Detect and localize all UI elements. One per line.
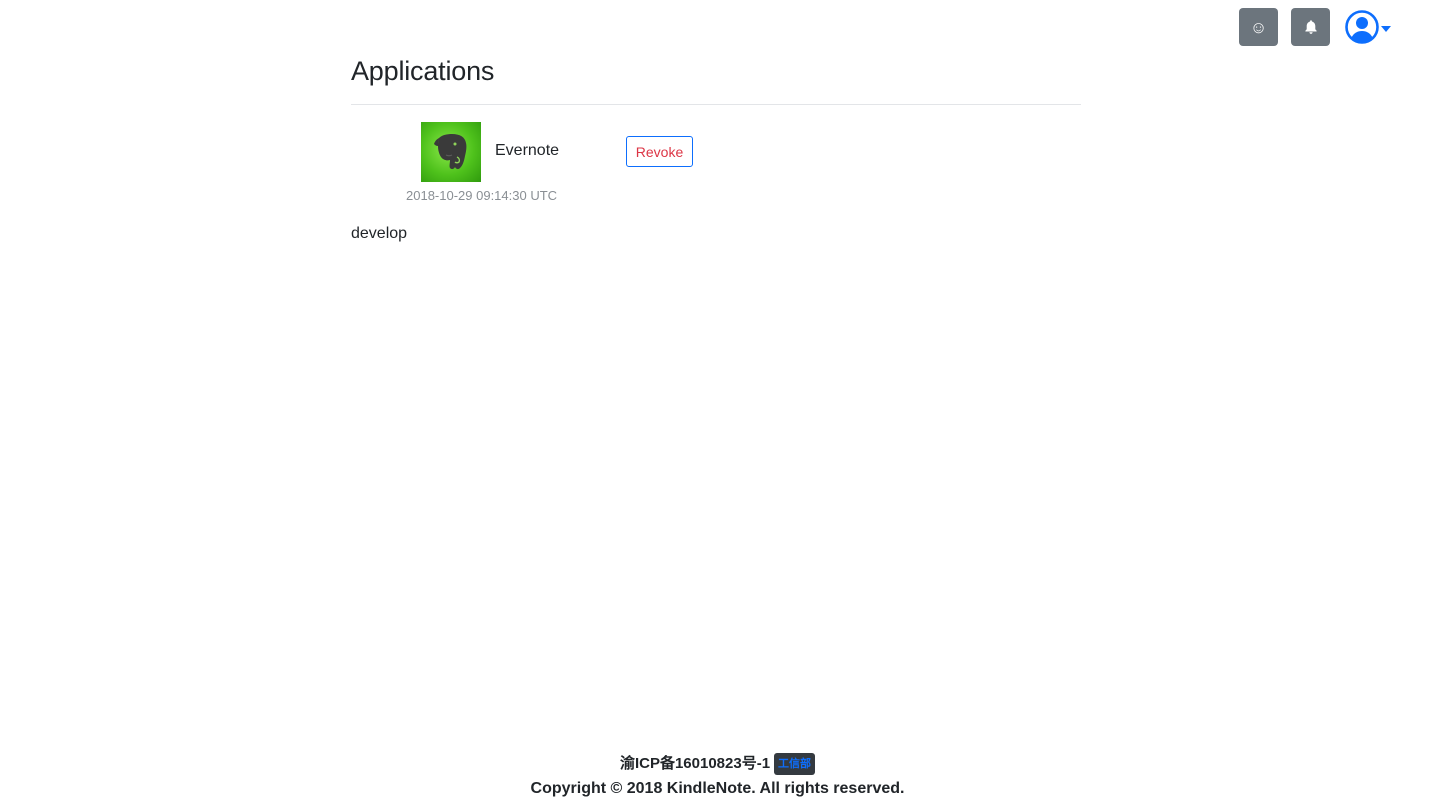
notifications-button[interactable] [1291,8,1330,46]
top-toolbar: ☺ [1239,8,1391,46]
title-divider [351,104,1081,105]
revoke-button[interactable]: Revoke [626,136,693,167]
authorization-timestamp: 2018-10-29 09:14:30 UTC [406,188,558,203]
footer: 渝ICP备16010823号-1 工信部 Copyright © 2018 Kin… [0,753,1435,799]
environment-label: develop [351,225,408,242]
user-circle-icon [1345,10,1379,44]
application-item: Evernote Revoke 2018-10-29 09:14:30 UTC [351,122,1081,212]
bell-icon [1304,20,1317,34]
miit-badge-link[interactable]: 工信部 [774,753,816,775]
page-title: Applications [351,56,495,86]
icp-line: 渝ICP备16010823号-1 工信部 [0,753,1435,775]
evernote-elephant-icon [421,122,481,182]
user-menu-toggle[interactable] [1345,10,1391,44]
smile-icon: ☺ [1249,17,1268,37]
icp-record-link[interactable]: 渝ICP备16010823号-1 [620,755,770,772]
application-name: Evernote [495,142,560,159]
copyright-text: Copyright © 2018 KindleNote. All rights … [530,780,905,797]
caret-down-icon [1381,26,1391,32]
emoji-button[interactable]: ☺ [1239,8,1278,46]
